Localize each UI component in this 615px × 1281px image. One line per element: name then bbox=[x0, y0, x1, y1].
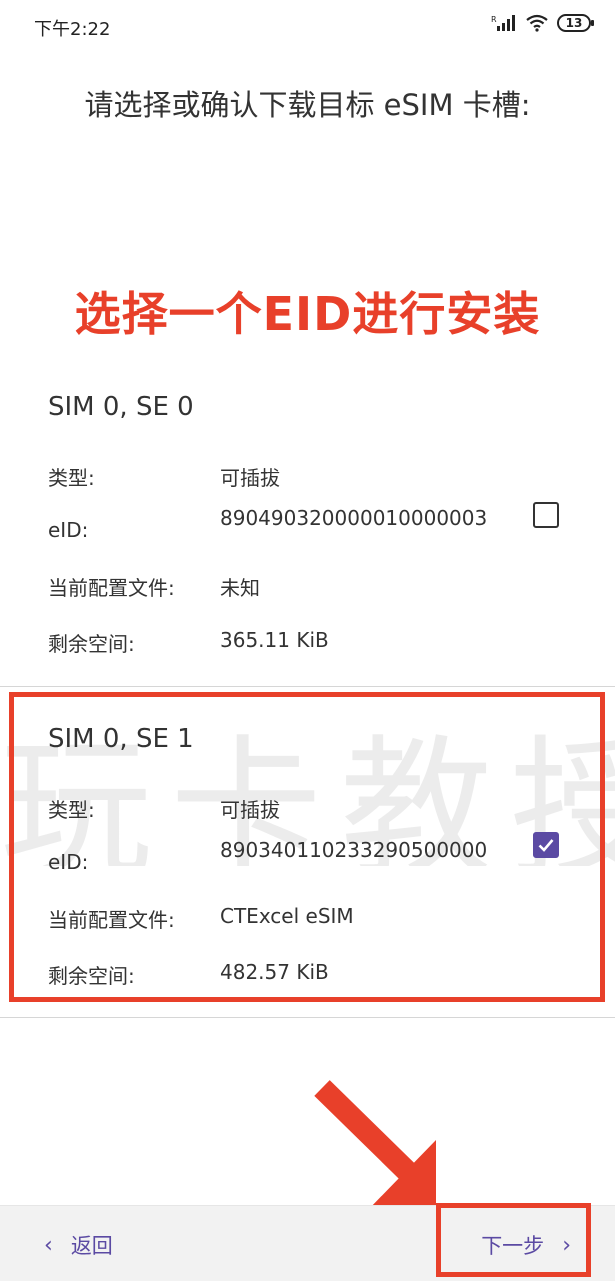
back-label: 返回 bbox=[70, 1234, 113, 1258]
chevron-left-icon: ‹ bbox=[44, 1232, 53, 1258]
annotation-arrow-icon bbox=[314, 1080, 436, 1212]
back-button[interactable]: ‹ 返回 bbox=[44, 1230, 113, 1260]
annotation-next-highlight bbox=[436, 1203, 591, 1277]
